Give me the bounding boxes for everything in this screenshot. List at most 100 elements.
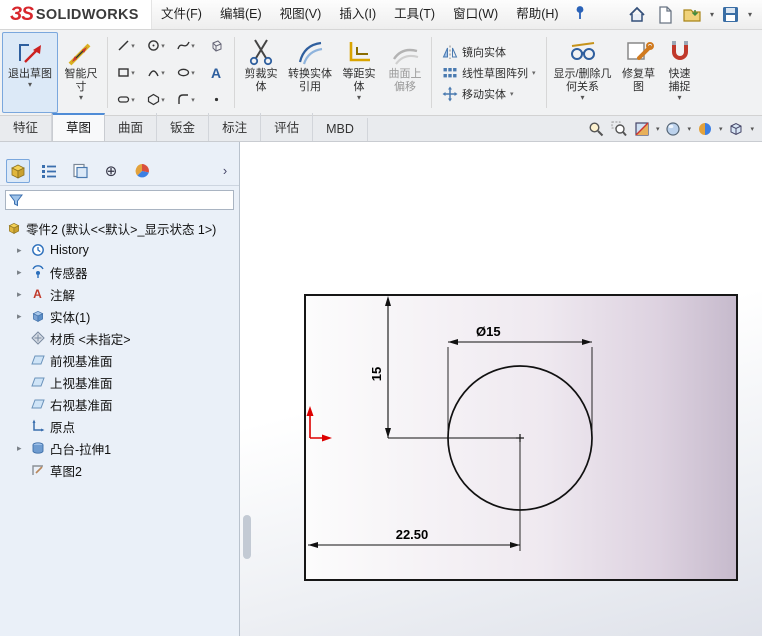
zoom-fit-button[interactable]	[587, 121, 605, 137]
ellipse-tool-button[interactable]: ▾	[171, 59, 201, 86]
open-document-button[interactable]	[682, 4, 704, 26]
save-dropdown-caret[interactable]: ▾	[748, 10, 752, 19]
linear-pattern-caret[interactable]: ▾	[532, 69, 536, 77]
menu-tools[interactable]: 工具(T)	[385, 0, 444, 29]
panel-flyout-chevron[interactable]: ›	[217, 163, 233, 178]
tab-sheet-metal[interactable]: 钣金	[157, 113, 210, 141]
tree-item-boss-extrude1[interactable]: ▸ 凸台-拉伸1	[0, 437, 239, 459]
tab-annotation[interactable]: 标注	[209, 113, 262, 141]
tree-item-solid-bodies[interactable]: ▸ 实体(1)	[0, 305, 239, 327]
tree-item-origin[interactable]: 原点	[0, 415, 239, 437]
mirror-entities-button[interactable]: 镜向实体	[439, 43, 539, 61]
open-dropdown-caret[interactable]: ▾	[710, 10, 714, 19]
menu-insert[interactable]: 插入(I)	[330, 0, 385, 29]
tree-filter-input[interactable]	[27, 193, 230, 207]
expand-arrow-icon[interactable]: ▸	[17, 443, 22, 454]
tab-mbd[interactable]: MBD	[313, 118, 368, 141]
polygon-tool-button[interactable]: ▾	[141, 86, 171, 113]
menu-view[interactable]: 视图(V)	[271, 0, 331, 29]
section-view-button[interactable]	[633, 121, 651, 137]
move-entities-button[interactable]: 移动实体 ▾	[439, 85, 539, 103]
menu-edit[interactable]: 编辑(E)	[211, 0, 271, 29]
appearance-caret[interactable]: ▾	[719, 126, 723, 133]
tree-item-history[interactable]: ▸ History	[0, 239, 239, 261]
tree-item-sensors[interactable]: ▸ 传感器	[0, 261, 239, 283]
sketch-canvas[interactable]: Ø15 15 22.50	[240, 142, 762, 636]
display-style-button[interactable]	[664, 121, 682, 137]
configurationmanager-tab[interactable]	[68, 159, 92, 183]
new-document-button[interactable]	[654, 4, 676, 26]
ellipse-tool-caret[interactable]: ▾	[191, 69, 195, 77]
panel-scrollbar[interactable]	[241, 142, 253, 636]
offset-entities-caret[interactable]: ▾	[357, 94, 361, 102]
fillet-tool-caret[interactable]: ▾	[191, 96, 195, 104]
spline-tool-caret[interactable]: ▾	[191, 42, 195, 50]
display-delete-relations-caret[interactable]: ▾	[581, 94, 585, 102]
tree-item-front-plane[interactable]: 前视基准面	[0, 349, 239, 371]
exit-sketch-button[interactable]: 退出草图 ▾	[2, 32, 58, 113]
polygon-tool-caret[interactable]: ▾	[161, 96, 165, 104]
menu-help[interactable]: 帮助(H)	[507, 0, 567, 29]
horizontal-dimension-text[interactable]: 22.50	[396, 527, 429, 542]
dimxpertmanager-tab[interactable]: ⊕	[99, 159, 123, 183]
circle-tool-button[interactable]: ▾	[141, 32, 171, 59]
move-entities-caret[interactable]: ▾	[510, 90, 514, 98]
display-delete-relations-button[interactable]: 显示/删除几何关系 ▾	[550, 32, 616, 113]
expand-arrow-icon[interactable]: ▸	[17, 311, 22, 322]
arc-tool-button[interactable]: ▾	[141, 59, 171, 86]
3d-sketch-button[interactable]	[201, 32, 231, 59]
featuremanager-tab[interactable]	[6, 158, 30, 183]
view-orientation-button[interactable]	[727, 121, 745, 137]
section-view-caret[interactable]: ▾	[656, 126, 660, 133]
quick-snaps-button[interactable]: 快速捕捉 ▾	[662, 32, 698, 113]
expand-arrow-icon[interactable]: ▸	[17, 267, 22, 278]
surface-offset-button[interactable]: 曲面上偏移	[382, 32, 428, 113]
arc-tool-caret[interactable]: ▾	[161, 69, 165, 77]
tree-item-material[interactable]: 材质 <未指定>	[0, 327, 239, 349]
pin-menu-icon[interactable]	[570, 5, 590, 24]
home-button[interactable]	[626, 4, 648, 26]
tree-item-sketch2[interactable]: 草图2	[0, 459, 239, 481]
offset-entities-button[interactable]: 等距实体 ▾	[336, 32, 382, 113]
tree-item-right-plane[interactable]: 右视基准面	[0, 393, 239, 415]
slot-tool-caret[interactable]: ▾	[131, 96, 135, 104]
spline-tool-button[interactable]: ▾	[171, 32, 201, 59]
diameter-dimension-text[interactable]: Ø15	[476, 324, 501, 339]
expand-arrow-icon[interactable]: ▸	[17, 289, 22, 300]
convert-entities-button[interactable]: 转换实体引用	[284, 32, 336, 113]
panel-scrollbar-thumb[interactable]	[243, 515, 251, 559]
line-tool-button[interactable]: ▾	[111, 32, 141, 59]
exit-sketch-caret[interactable]: ▾	[28, 81, 32, 89]
repair-sketch-button[interactable]: 修复草图	[616, 32, 662, 113]
propertymanager-tab[interactable]	[37, 159, 61, 183]
smart-dimension-button[interactable]: 智能尺寸 ▾	[58, 32, 104, 113]
view-orientation-caret[interactable]: ▾	[750, 126, 754, 133]
rectangle-tool-caret[interactable]: ▾	[131, 69, 135, 77]
display-style-caret[interactable]: ▾	[687, 126, 691, 133]
text-tool-button[interactable]: A	[201, 59, 231, 86]
tab-sketch[interactable]: 草图	[52, 113, 106, 141]
menu-window[interactable]: 窗口(W)	[444, 0, 507, 29]
trim-entities-button[interactable]: 剪裁实体	[238, 32, 284, 113]
line-tool-caret[interactable]: ▾	[131, 42, 135, 50]
linear-pattern-button[interactable]: 线性草图阵列 ▾	[439, 64, 539, 82]
quick-snaps-caret[interactable]: ▾	[678, 94, 682, 102]
graphics-viewport[interactable]: Ø15 15 22.50	[240, 142, 762, 636]
circle-tool-caret[interactable]: ▾	[161, 42, 165, 50]
rectangle-tool-button[interactable]: ▾	[111, 59, 141, 86]
slot-tool-button[interactable]: ▾	[111, 86, 141, 113]
menu-file[interactable]: 文件(F)	[152, 0, 211, 29]
fillet-tool-button[interactable]: ▾	[171, 86, 201, 113]
tree-item-annotations[interactable]: ▸ A 注解	[0, 283, 239, 305]
zoom-area-button[interactable]	[610, 121, 628, 137]
tree-root-part[interactable]: 零件2 (默认<<默认>_显示状态 1>)	[0, 217, 239, 239]
smart-dimension-caret[interactable]: ▾	[79, 94, 83, 102]
displaymanager-tab[interactable]	[130, 159, 154, 183]
save-button[interactable]	[720, 4, 742, 26]
tab-features[interactable]: 特征	[0, 113, 53, 141]
appearance-button[interactable]	[696, 121, 714, 137]
vertical-dimension-text[interactable]: 15	[369, 367, 384, 381]
tab-surfaces[interactable]: 曲面	[105, 113, 158, 141]
tab-evaluate[interactable]: 评估	[261, 113, 314, 141]
point-tool-button[interactable]	[201, 86, 231, 113]
